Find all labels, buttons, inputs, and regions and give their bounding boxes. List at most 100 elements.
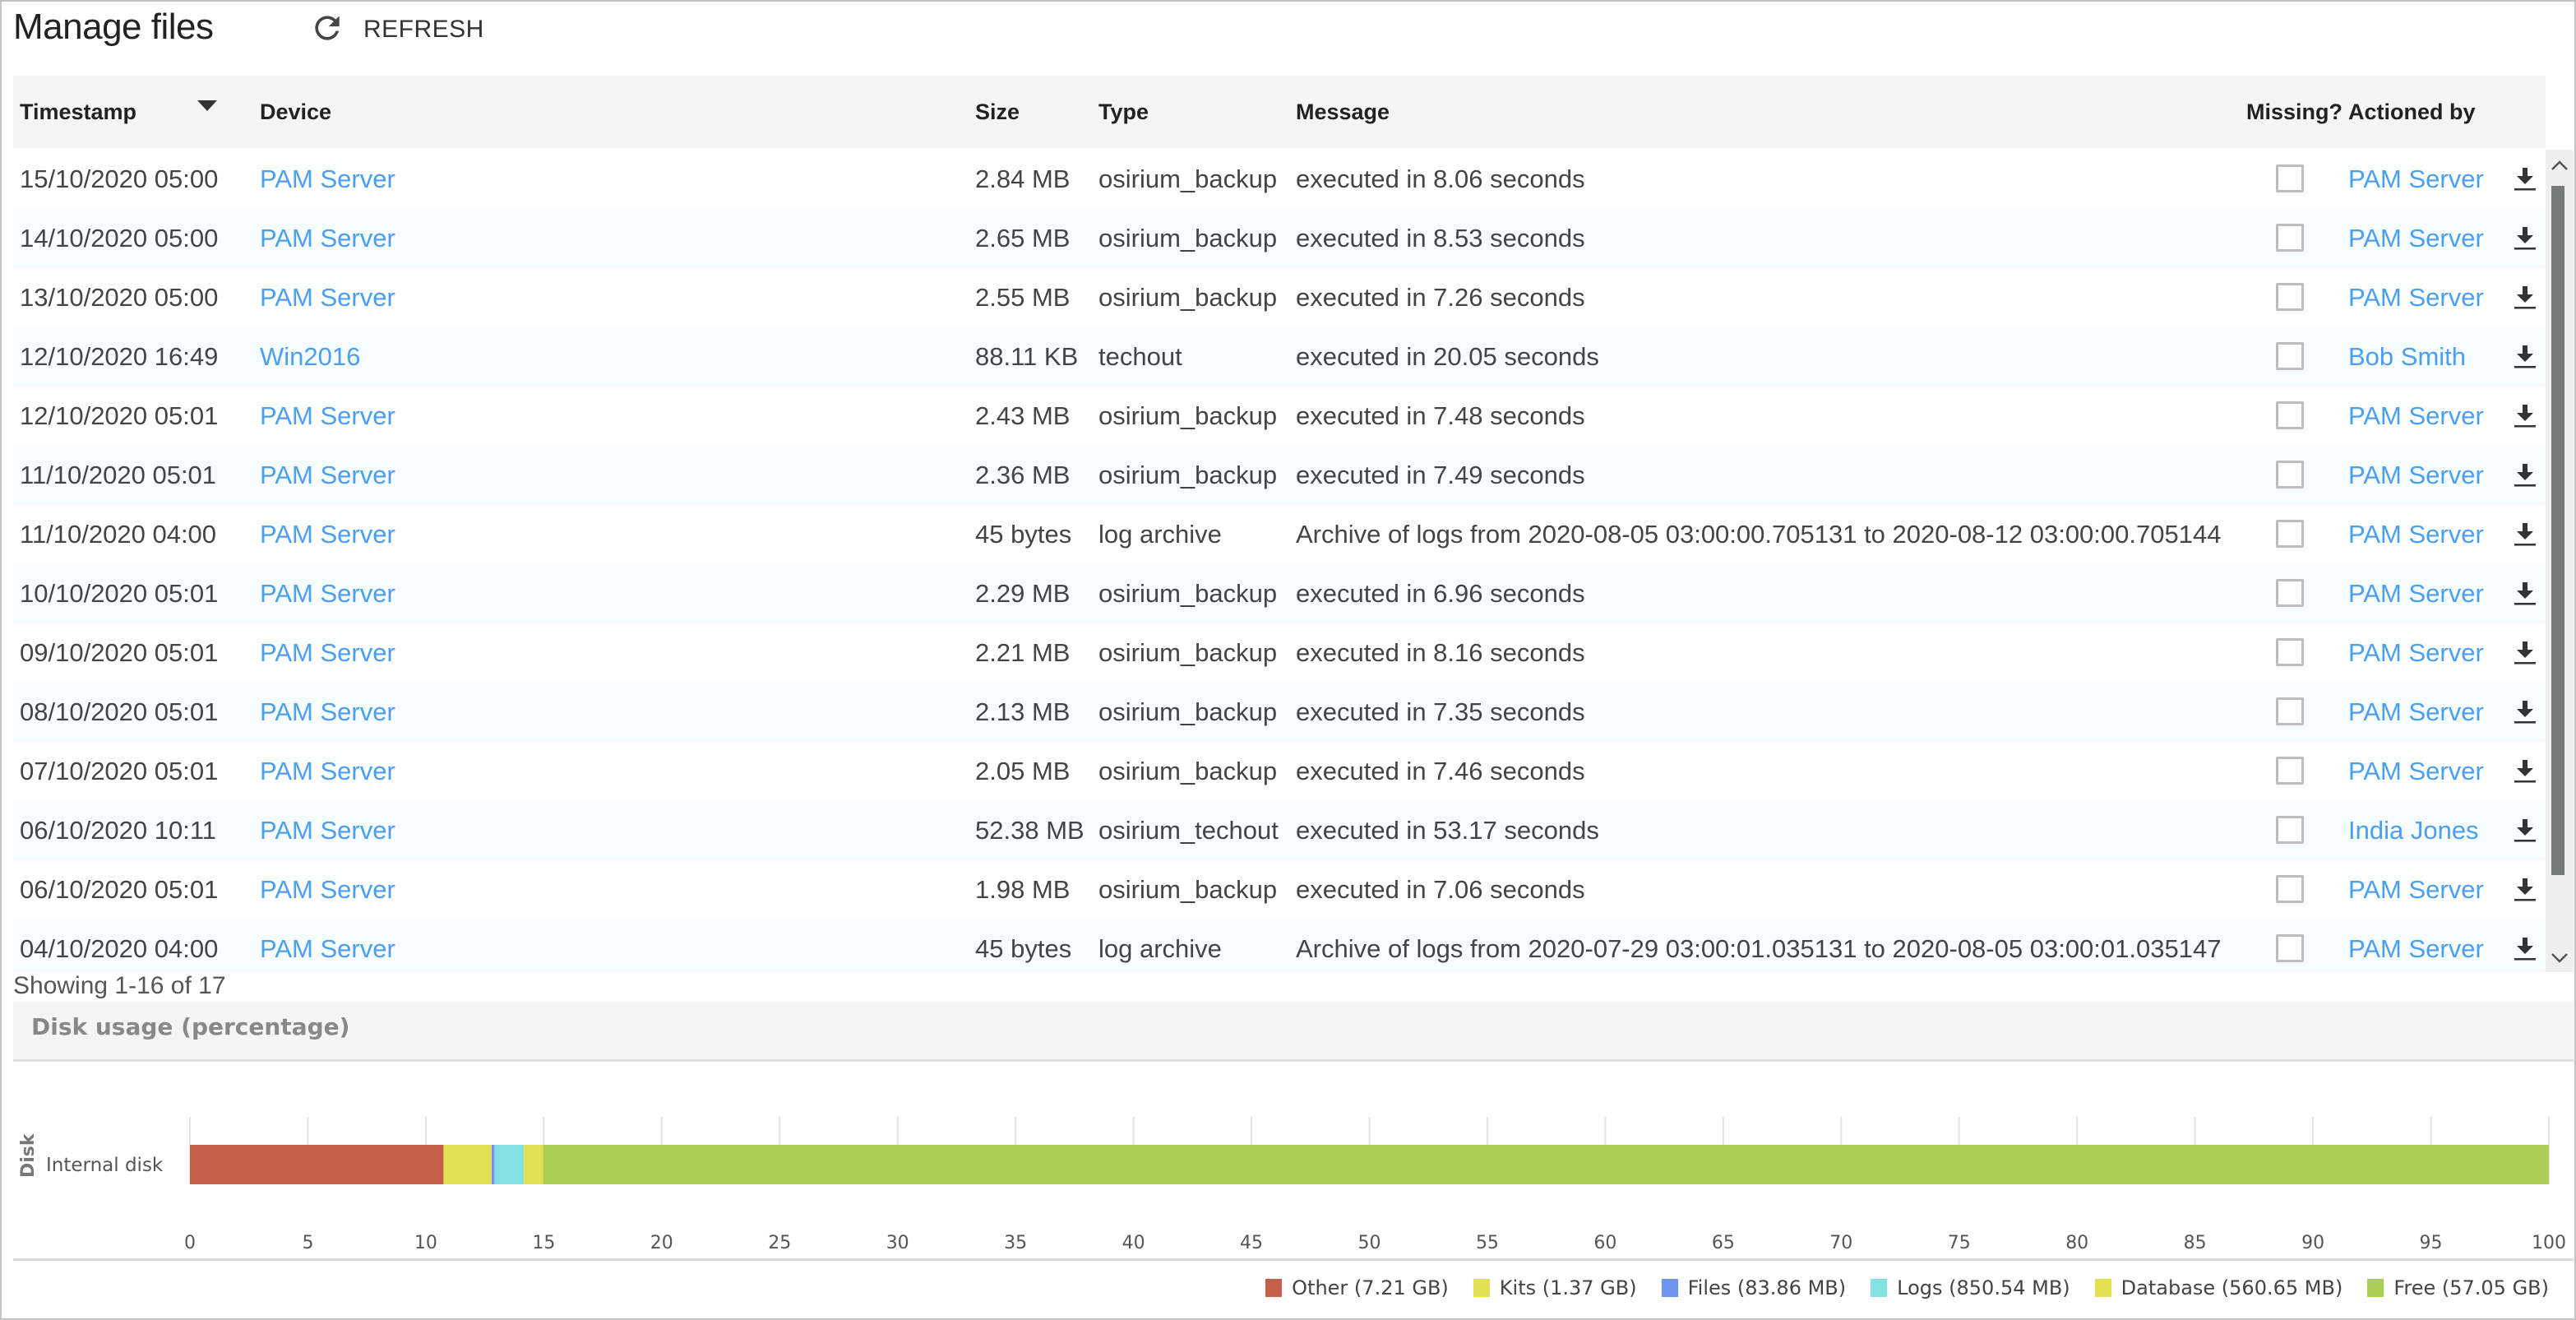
device-link[interactable]: PAM Server — [260, 683, 395, 742]
download-icon[interactable] — [2513, 817, 2537, 844]
actioned-by-link[interactable]: PAM Server — [2348, 505, 2484, 564]
bar-segment-other[interactable] — [190, 1145, 444, 1184]
legend-item-other[interactable]: Other (7.21 GB) — [1265, 1276, 1449, 1299]
column-header-size[interactable]: Size — [975, 76, 1020, 148]
download-icon[interactable] — [2513, 521, 2537, 548]
refresh-button[interactable]: REFRESH — [309, 12, 484, 48]
scroll-up-icon[interactable] — [2546, 155, 2574, 176]
missing-checkbox[interactable] — [2276, 579, 2304, 607]
actioned-by-link[interactable]: Bob Smith — [2348, 327, 2466, 387]
missing-checkbox[interactable] — [2276, 934, 2304, 962]
legend-swatch — [2367, 1279, 2384, 1297]
bar-segment-database[interactable] — [523, 1145, 543, 1184]
download-icon[interactable] — [2513, 344, 2537, 370]
download-icon[interactable] — [2513, 581, 2537, 607]
device-link[interactable]: PAM Server — [260, 860, 395, 919]
missing-checkbox[interactable] — [2276, 164, 2304, 192]
actioned-by-link[interactable]: PAM Server — [2348, 742, 2484, 801]
device-link[interactable]: PAM Server — [260, 742, 395, 801]
column-header-message[interactable]: Message — [1296, 76, 1390, 148]
download-icon[interactable] — [2513, 699, 2537, 725]
column-header-missing[interactable]: Missing? — [2246, 76, 2342, 148]
actioned-by-link[interactable]: PAM Server — [2348, 564, 2484, 623]
device-link[interactable]: PAM Server — [260, 268, 395, 327]
refresh-icon — [309, 10, 345, 50]
cell-message: executed in 6.96 seconds — [1296, 579, 1585, 608]
download-icon[interactable] — [2513, 640, 2537, 666]
column-header-device[interactable]: Device — [260, 76, 331, 148]
missing-checkbox[interactable] — [2276, 224, 2304, 252]
x-tick-label: 10 — [414, 1233, 437, 1253]
sort-desc-icon[interactable] — [197, 100, 217, 111]
download-icon[interactable] — [2513, 462, 2537, 489]
missing-checkbox[interactable] — [2276, 697, 2304, 725]
actioned-by-link[interactable]: PAM Server — [2348, 150, 2484, 209]
legend-item-logs[interactable]: Logs (850.54 MB) — [1871, 1276, 2070, 1299]
actioned-by-link[interactable]: PAM Server — [2348, 268, 2484, 327]
column-header-type[interactable]: Type — [1098, 76, 1149, 148]
actioned-by-link[interactable]: PAM Server — [2348, 387, 2484, 446]
x-tick-label: 60 — [1593, 1233, 1616, 1253]
cell-size: 2.05 MB — [975, 757, 1071, 785]
x-tick-label: 65 — [1712, 1233, 1735, 1253]
refresh-label: REFRESH — [363, 16, 484, 43]
actioned-by-link[interactable]: PAM Server — [2348, 683, 2484, 742]
cell-size: 2.13 MB — [975, 697, 1071, 726]
actioned-by-link[interactable]: India Jones — [2348, 801, 2479, 860]
actioned-by-link[interactable]: PAM Server — [2348, 446, 2484, 505]
disk-usage-chart: 0 5 10 15 20 25 30 35 40 45 50 55 60 65 70 75 80 85 90 95 10… — [13, 1063, 2574, 1318]
legend-item-free[interactable]: Free (57.05 GB) — [2367, 1276, 2549, 1299]
bar-segment-files[interactable] — [491, 1145, 495, 1184]
x-tick-label: 90 — [2301, 1233, 2324, 1253]
device-link[interactable]: PAM Server — [260, 801, 395, 860]
missing-checkbox[interactable] — [2276, 638, 2304, 666]
cell-type: log archive — [1098, 520, 1222, 549]
actioned-by-link[interactable]: PAM Server — [2348, 919, 2484, 972]
table-row: 08/10/2020 05:01 PAM Server 2.13 MB osirium… — [13, 683, 2546, 742]
missing-checkbox[interactable] — [2276, 757, 2304, 785]
device-link[interactable]: PAM Server — [260, 209, 395, 268]
legend-item-files[interactable]: Files (83.86 MB) — [1661, 1276, 1846, 1299]
device-link[interactable]: Win2016 — [260, 327, 360, 387]
legend-item-database[interactable]: Database (560.65 MB) — [2094, 1276, 2342, 1299]
download-icon[interactable] — [2513, 166, 2537, 192]
table-row: 09/10/2020 05:01 PAM Server 2.21 MB osirium… — [13, 623, 2546, 683]
table-scrollbar[interactable] — [2546, 150, 2574, 972]
legend-item-kits[interactable]: Kits (1.37 GB) — [1473, 1276, 1637, 1299]
device-link[interactable]: PAM Server — [260, 505, 395, 564]
download-icon[interactable] — [2513, 877, 2537, 903]
missing-checkbox[interactable] — [2276, 461, 2304, 489]
cell-message: Archive of logs from 2020-08-05 03:00:00… — [1296, 520, 2222, 549]
device-link[interactable]: PAM Server — [260, 150, 395, 209]
column-header-timestamp[interactable]: Timestamp — [20, 76, 136, 148]
missing-checkbox[interactable] — [2276, 816, 2304, 844]
actioned-by-link[interactable]: PAM Server — [2348, 209, 2484, 268]
missing-checkbox[interactable] — [2276, 875, 2304, 903]
bar-segment-logs[interactable] — [494, 1145, 524, 1184]
device-link[interactable]: PAM Server — [260, 623, 395, 683]
bar-segment-kits[interactable] — [443, 1145, 492, 1184]
column-header-actioned-by[interactable]: Actioned by — [2348, 76, 2476, 148]
bar-segment-free[interactable] — [543, 1145, 2550, 1184]
x-tick-label: 45 — [1240, 1233, 1263, 1253]
download-icon[interactable] — [2513, 225, 2537, 252]
cell-timestamp: 11/10/2020 05:01 — [20, 461, 217, 489]
device-link[interactable]: PAM Server — [260, 564, 395, 623]
table-row: 12/10/2020 16:49 Win2016 88.11 KB techout ex… — [13, 327, 2546, 387]
x-tick-label: 0 — [184, 1233, 196, 1253]
actioned-by-link[interactable]: PAM Server — [2348, 623, 2484, 683]
scrollbar-thumb[interactable] — [2551, 186, 2564, 875]
download-icon[interactable] — [2513, 936, 2537, 962]
missing-checkbox[interactable] — [2276, 401, 2304, 429]
missing-checkbox[interactable] — [2276, 520, 2304, 548]
missing-checkbox[interactable] — [2276, 283, 2304, 311]
device-link[interactable]: PAM Server — [260, 446, 395, 505]
actioned-by-link[interactable]: PAM Server — [2348, 860, 2484, 919]
download-icon[interactable] — [2513, 758, 2537, 785]
download-icon[interactable] — [2513, 403, 2537, 429]
device-link[interactable]: PAM Server — [260, 919, 395, 972]
missing-checkbox[interactable] — [2276, 342, 2304, 370]
device-link[interactable]: PAM Server — [260, 387, 395, 446]
download-icon[interactable] — [2513, 285, 2537, 311]
scroll-down-icon[interactable] — [2546, 947, 2574, 969]
